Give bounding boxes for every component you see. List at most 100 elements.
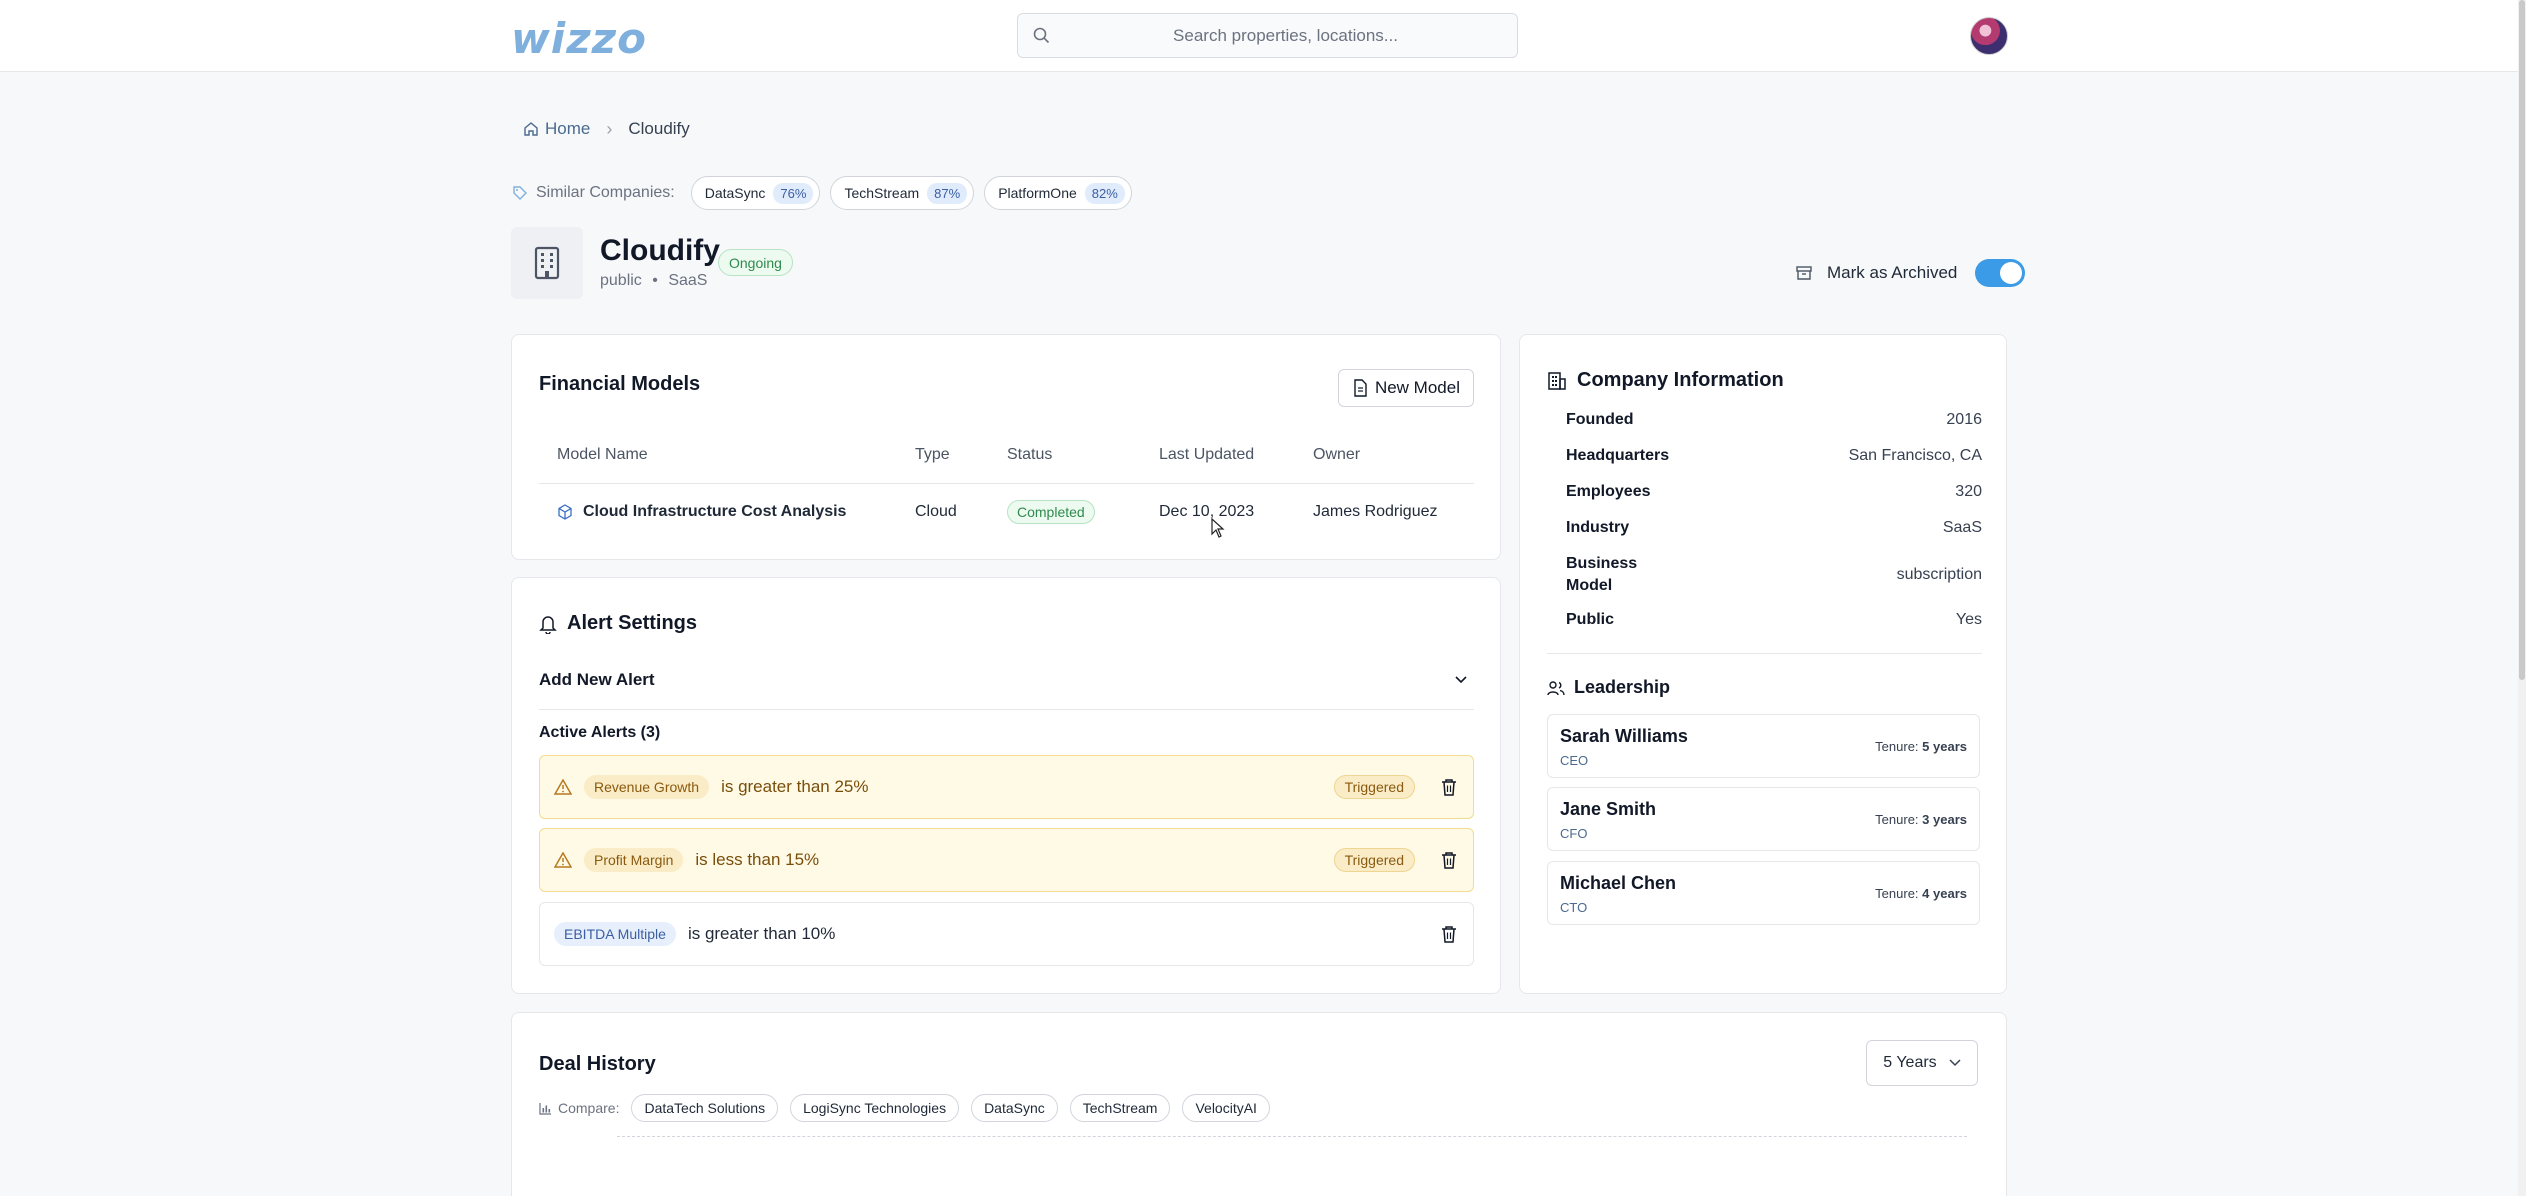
- divider: [1547, 653, 1982, 654]
- chevron-down-icon: [1949, 1059, 1961, 1067]
- compare-chip[interactable]: LogiSync Technologies: [790, 1094, 960, 1122]
- leader-card[interactable]: Michael Chen CTO Tenure: 4 years: [1547, 861, 1980, 925]
- bar-chart-icon: [539, 1102, 551, 1115]
- leader-name: Sarah Williams: [1560, 726, 1688, 746]
- delete-alert-button[interactable]: [1439, 777, 1459, 797]
- column-header[interactable]: Owner: [1295, 427, 1474, 484]
- similar-chip-name: DataSync: [704, 185, 766, 201]
- column-header[interactable]: Status: [989, 427, 1141, 484]
- info-key: Business Model: [1566, 555, 1638, 594]
- triggered-badge: Triggered: [1333, 848, 1415, 872]
- status-badge: Ongoing: [718, 249, 793, 276]
- similar-chip-pct: 76%: [773, 182, 814, 204]
- model-owner: James Rodriguez: [1313, 503, 1438, 521]
- add-alert-label: Add New Alert: [539, 669, 655, 689]
- alert-item: EBITDA Multiple is greater than 10%: [539, 902, 1474, 966]
- compare-label: Compare:: [558, 1100, 620, 1116]
- tenure-value: 5 years: [1922, 739, 1967, 754]
- alert-metric: Revenue Growth: [584, 775, 710, 799]
- models-table: Model Name Type Status Last Updated Owne…: [539, 427, 1474, 541]
- search-box[interactable]: [1017, 13, 1518, 58]
- app-logo[interactable]: wizzo: [511, 14, 647, 63]
- warning-icon: [554, 852, 572, 868]
- tag-icon: [513, 186, 527, 200]
- scrollbar-thumb[interactable]: [2519, 0, 2525, 680]
- page-scrollbar[interactable]: [2518, 0, 2526, 1196]
- trash-icon: [1442, 926, 1456, 943]
- model-status-cell: Completed: [989, 483, 1141, 541]
- new-model-button[interactable]: New Model: [1337, 369, 1474, 407]
- alert-condition: is less than 15%: [695, 850, 820, 869]
- similar-companies: Similar Companies: DataSync 76% TechStre…: [512, 176, 1132, 210]
- model-name-cell[interactable]: Cloud Infrastructure Cost Analysis: [539, 483, 897, 541]
- alert-settings-heading: Alert Settings: [539, 612, 697, 635]
- model-type: Cloud: [915, 503, 957, 521]
- archive-label: Mark as Archived: [1827, 263, 1958, 282]
- alert-item: Revenue Growth is greater than 25% Trigg…: [539, 755, 1474, 819]
- similar-chip-techstream[interactable]: TechStream 87%: [830, 176, 975, 210]
- document-icon: [1354, 379, 1367, 397]
- deal-history-title: Deal History: [539, 1053, 656, 1075]
- search-input[interactable]: [1058, 14, 1513, 57]
- page-title: Cloudify: [600, 234, 720, 267]
- archive-toggle[interactable]: [1975, 259, 2026, 287]
- toggle-knob: [2000, 262, 2023, 284]
- range-select[interactable]: 5 Years: [1866, 1040, 1978, 1086]
- table-row[interactable]: Cloud Infrastructure Cost Analysis Cloud…: [539, 483, 1474, 541]
- delete-alert-button[interactable]: [1439, 924, 1459, 944]
- similar-chip-platformone[interactable]: PlatformOne 82%: [984, 176, 1132, 210]
- company-sector: SaaS: [668, 272, 708, 289]
- breadcrumb-home[interactable]: Home: [523, 119, 590, 139]
- compare-chip[interactable]: VelocityAI: [1182, 1094, 1270, 1122]
- trash-icon: [1442, 852, 1456, 869]
- similar-companies-label: Similar Companies:: [536, 184, 675, 201]
- info-row: Headquarters San Francisco, CA: [1566, 445, 1982, 467]
- info-value: 320: [1955, 483, 1982, 500]
- building-icon: [534, 246, 560, 280]
- breadcrumb-current: Cloudify: [628, 119, 690, 138]
- column-header[interactable]: Last Updated: [1141, 427, 1295, 484]
- leader-card[interactable]: Jane Smith CFO Tenure: 3 years: [1547, 787, 1980, 851]
- triggered-badge: Triggered: [1333, 775, 1415, 799]
- company-info-card: Company Information Founded 2016 Headquar…: [1519, 334, 2007, 994]
- chevron-down-icon: [1455, 675, 1467, 683]
- new-model-label: New Model: [1374, 378, 1460, 397]
- info-row: Business Model subscription: [1566, 553, 1982, 597]
- model-name[interactable]: Cloud Infrastructure Cost Analysis: [583, 503, 846, 521]
- company-info-title: Company Information: [1577, 369, 1784, 391]
- tenure-label: Tenure:: [1875, 812, 1919, 827]
- breadcrumb-home-label[interactable]: Home: [545, 119, 590, 139]
- home-icon: [524, 122, 538, 136]
- info-value: San Francisco, CA: [1848, 447, 1982, 464]
- info-key: Public: [1566, 611, 1615, 628]
- company-type: public: [600, 272, 642, 289]
- search-icon: [1033, 27, 1050, 44]
- leader-card[interactable]: Sarah Williams CEO Tenure: 5 years: [1547, 714, 1980, 778]
- range-select-value: 5 Years: [1883, 1054, 1937, 1071]
- compare-bar: Compare: DataTech Solutions LogiSync Tec…: [539, 1093, 1270, 1123]
- company-subtitle: public • SaaS: [600, 272, 707, 290]
- financial-models-card: Financial Models New Model Model Name Ty…: [511, 334, 1501, 560]
- deal-history-card: Deal History 5 Years Compare: DataTech S…: [511, 1012, 2007, 1196]
- delete-alert-button[interactable]: [1439, 850, 1459, 870]
- column-header[interactable]: Model Name: [539, 427, 897, 484]
- subtitle-separator: •: [652, 272, 658, 289]
- column-header[interactable]: Type: [897, 427, 989, 484]
- compare-chip[interactable]: TechStream: [1069, 1094, 1171, 1122]
- info-row: Founded 2016: [1566, 409, 1982, 431]
- user-avatar[interactable]: [1970, 17, 2008, 55]
- chevron-right-icon: ›: [606, 118, 613, 139]
- alert-item: Profit Margin is less than 15% Triggered: [539, 828, 1474, 892]
- bell-icon: [539, 615, 557, 634]
- info-row: Industry SaaS: [1566, 517, 1982, 539]
- compare-chip[interactable]: DataSync: [971, 1094, 1058, 1122]
- alert-metric: Profit Margin: [584, 848, 684, 872]
- leader-role: CFO: [1560, 826, 1588, 841]
- compare-chip[interactable]: DataTech Solutions: [631, 1094, 779, 1122]
- info-value: Yes: [1955, 611, 1982, 628]
- add-alert-toggle[interactable]: Add New Alert: [539, 650, 1474, 710]
- alert-condition: is greater than 10%: [687, 924, 836, 943]
- similar-chip-datasync[interactable]: DataSync 76%: [690, 176, 821, 210]
- alert-settings-card: Alert Settings Add New Alert Active Aler…: [511, 577, 1501, 994]
- leader-tenure: Tenure: 4 years: [1875, 886, 1967, 901]
